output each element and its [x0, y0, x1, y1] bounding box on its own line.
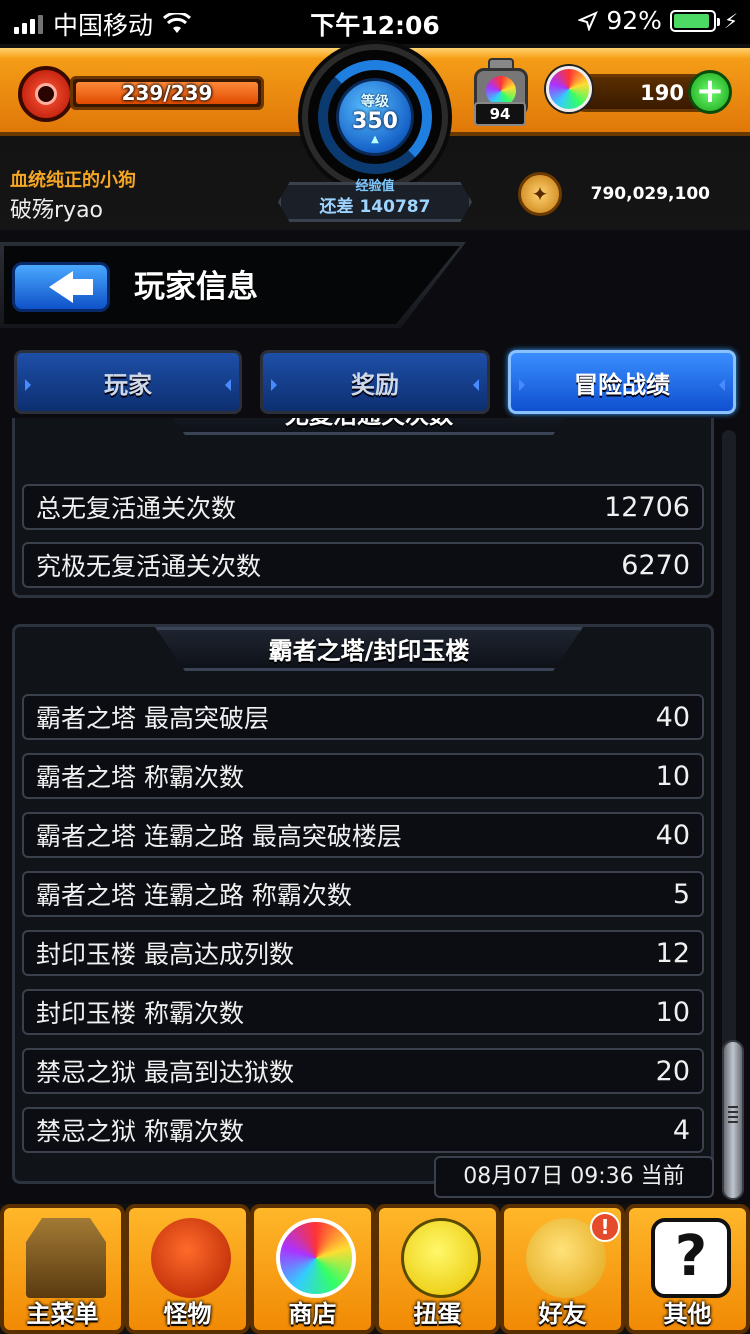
- stamina-value: 94: [474, 102, 526, 126]
- egg-icon: [401, 1218, 481, 1298]
- stat-value: 10: [655, 760, 690, 792]
- stat-label: 霸者之塔 连霸之路 称霸次数: [36, 881, 352, 910]
- gate-icon: [26, 1218, 106, 1298]
- nav-friends[interactable]: ! 好友: [500, 1204, 625, 1334]
- page-title: 玩家信息: [134, 269, 258, 305]
- question-icon: ?: [651, 1218, 731, 1298]
- records-list[interactable]: 无复活通关次数 总无复活通关次数 12706 究极无复活通关次数 6270 霸者…: [0, 418, 750, 1202]
- battery-icon: [669, 9, 720, 32]
- nav-label: 好友: [538, 1300, 587, 1328]
- nav-label: 其他: [663, 1300, 712, 1328]
- game-screen: 中国移动 下午12:06 92% ⚡ 239/239 等级 350 ▲ 经验值 …: [0, 0, 750, 1334]
- stat-value: 40: [655, 819, 690, 851]
- timestamp: 08月07日 09:36 当前: [434, 1156, 714, 1198]
- gold-coin-icon: ✦: [518, 172, 562, 216]
- grip-icon: [728, 1106, 738, 1126]
- level-value: 350: [352, 109, 398, 134]
- nav-main-menu[interactable]: 主菜单: [0, 1204, 125, 1334]
- level-label: 等级: [361, 94, 389, 110]
- stat-label: 霸者之塔 称霸次数: [36, 763, 244, 792]
- tab-player[interactable]: 玩家: [14, 350, 242, 414]
- stat-label: 封印玉楼 最高达成列数: [36, 940, 294, 969]
- notification-badge: !: [590, 1212, 620, 1242]
- stat-value: 12706: [604, 491, 690, 523]
- section-title: 无复活通关次数: [155, 418, 583, 435]
- location-arrow-icon: [578, 10, 599, 31]
- nav-label: 主菜单: [26, 1300, 99, 1328]
- player-name: 破殇ryao: [10, 198, 104, 223]
- list-item: 霸者之塔 最高突破层 40: [22, 694, 704, 740]
- tab-label: 玩家: [104, 370, 152, 399]
- list-item: 禁忌之狱 称霸次数 4: [22, 1107, 704, 1153]
- stat-label: 禁忌之狱 最高到达狱数: [36, 1058, 294, 1087]
- tab-rewards[interactable]: 奖励: [260, 350, 490, 414]
- stat-label: 霸者之塔 最高突破层: [36, 704, 269, 733]
- back-button[interactable]: [12, 262, 110, 312]
- nav-monster[interactable]: 怪物: [125, 1204, 250, 1334]
- nav-other[interactable]: ? 其他: [625, 1204, 750, 1334]
- stat-value: 20: [655, 1055, 690, 1087]
- bottom-nav: 主菜单 怪物 商店 扭蛋 ! 好友 ? 其他: [0, 1204, 750, 1334]
- monster-icon: [151, 1218, 231, 1298]
- stat-label: 霸者之塔 连霸之路 最高突破楼层: [36, 822, 402, 851]
- list-item: 总无复活通关次数 12706: [22, 484, 704, 530]
- list-item: 封印玉楼 称霸次数 10: [22, 989, 704, 1035]
- rainbow-orb-icon: [276, 1218, 356, 1298]
- list-item: 究极无复活通关次数 6270: [22, 542, 704, 588]
- tab-label: 冒险战绩: [574, 370, 670, 399]
- battery-percent: 92%: [606, 6, 662, 35]
- stat-label: 总无复活通关次数: [36, 494, 237, 523]
- list-item: 封印玉楼 最高达成列数 12: [22, 930, 704, 976]
- back-arrow-icon: [49, 271, 93, 303]
- list-item: 霸者之塔 称霸次数 10: [22, 753, 704, 799]
- stat-label: 禁忌之狱 称霸次数: [36, 1117, 244, 1146]
- stat-value: 40: [655, 701, 690, 733]
- nav-label: 商店: [288, 1300, 337, 1328]
- stat-value: 6270: [621, 549, 690, 581]
- hp-value: 239/239: [121, 81, 213, 105]
- gold-count: 790,029,100: [590, 184, 710, 204]
- tab-label: 奖励: [351, 370, 399, 399]
- stat-value: 4: [672, 1114, 690, 1146]
- exp-remaining: 还差 140787: [319, 197, 431, 217]
- nav-gacha[interactable]: 扭蛋: [375, 1204, 500, 1334]
- section-title: 霸者之塔/封印玉楼: [268, 637, 470, 665]
- nav-shop[interactable]: 商店: [250, 1204, 375, 1334]
- level-badge[interactable]: 等级 350 ▲: [302, 44, 448, 190]
- hp-emblem-icon: [18, 66, 74, 122]
- add-gems-button[interactable]: +: [688, 70, 732, 114]
- status-bar: 中国移动 下午12:06 92% ⚡: [0, 0, 750, 44]
- player-title: 血统纯正的小狗: [10, 170, 136, 191]
- stat-value: 10: [655, 996, 690, 1028]
- list-item: 霸者之塔 连霸之路 称霸次数 5: [22, 871, 704, 917]
- tab-adventure-record[interactable]: 冒险战绩: [508, 350, 736, 414]
- list-item: 霸者之塔 连霸之路 最高突破楼层 40: [22, 812, 704, 858]
- list-item: 禁忌之狱 最高到达狱数 20: [22, 1048, 704, 1094]
- charging-icon: ⚡: [723, 8, 738, 33]
- nav-label: 怪物: [163, 1300, 212, 1328]
- rainbow-gem-icon: [546, 66, 592, 112]
- stat-value: 5: [672, 878, 690, 910]
- nav-label: 扭蛋: [413, 1300, 462, 1328]
- stat-label: 究极无复活通关次数: [36, 552, 262, 581]
- gem-count: 190: [640, 81, 684, 105]
- stat-label: 封印玉楼 称霸次数: [36, 999, 244, 1028]
- stat-value: 12: [655, 937, 690, 969]
- player-hud: 239/239 等级 350 ▲ 经验值 还差 140787 94 190 + …: [0, 44, 750, 230]
- caret-up-icon: ▲: [371, 134, 379, 145]
